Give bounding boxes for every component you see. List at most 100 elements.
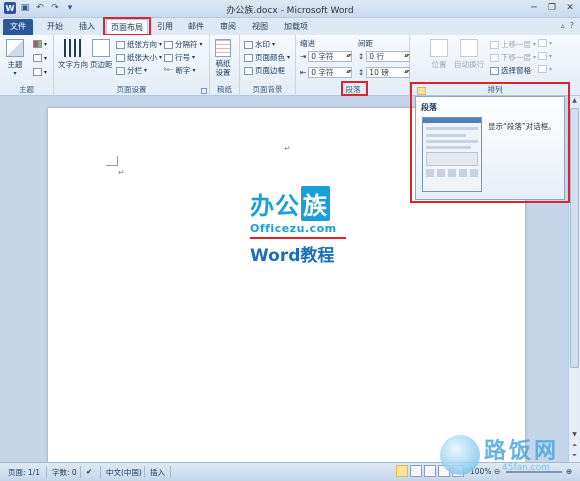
send-backward-button[interactable]: 下移一层 ▾ (490, 52, 536, 63)
tab-review[interactable]: 审阅 (216, 19, 240, 35)
indent-right-icon: ⇤ (300, 68, 307, 77)
tab-addins[interactable]: 加载项 (280, 19, 312, 35)
position-icon (430, 39, 448, 57)
spacing-after-input[interactable]: 10 磅 (366, 67, 411, 78)
status-page[interactable]: 页面: 1/1 (8, 467, 40, 478)
manuscript-settings-button[interactable]: 稿纸 设置 (215, 39, 231, 77)
scroll-thumb[interactable] (570, 108, 579, 368)
indent-header: 缩进 (300, 39, 315, 48)
close-icon[interactable]: ✕ (564, 2, 576, 14)
theme-fonts-icon (33, 54, 42, 62)
hyphenation-icon: ᵇᵃ⁻ (164, 66, 174, 75)
themes-button[interactable]: 主题 ▾ (6, 39, 24, 77)
minimize-icon[interactable]: ─ (528, 2, 540, 14)
orientation-icon (116, 40, 125, 49)
watermark-icon (244, 40, 253, 49)
restore-icon[interactable]: ❐ (546, 2, 558, 14)
site-watermark-url: 45fan.com (502, 463, 550, 473)
spacing-after-icon: ↕ (358, 68, 365, 77)
tab-insert[interactable]: 插入 (72, 19, 102, 35)
group-label-page-background: 页面背景 (252, 85, 283, 94)
size-button[interactable]: 纸张大小 ▾ (116, 52, 162, 63)
indent-right-input[interactable]: 0 字符 (308, 67, 353, 78)
page-borders-button[interactable]: 页面边框 (244, 65, 285, 76)
status-words[interactable]: 字数: 0 (52, 467, 77, 478)
spacing-before-input[interactable]: 0 行 (366, 51, 411, 62)
wrap-text-icon (460, 39, 478, 57)
theme-colors-icon (33, 40, 42, 48)
logo-chinese: 办公族 (250, 186, 370, 221)
theme-effects-button[interactable]: ▾ (33, 68, 47, 76)
site-watermark: 路饭网 45fan.com (440, 433, 575, 479)
paragraph-mark: ↵ (118, 168, 125, 177)
hyphenation-button[interactable]: ᵇᵃ⁻ 断字 ▾ (164, 65, 195, 76)
text-direction-icon (64, 39, 82, 57)
paragraph-mark-top: ↵ (284, 144, 291, 153)
themes-icon (6, 39, 24, 57)
theme-effects-icon (33, 68, 42, 76)
bring-forward-button[interactable]: 上移一层 ▾ (490, 39, 536, 50)
group-objects-button[interactable]: ▾ (538, 52, 552, 60)
window-title: 办公族.docx - Microsoft Word (226, 6, 354, 16)
wrap-text-button[interactable]: 自动换行 (454, 39, 484, 70)
minimize-ribbon-icon[interactable]: ▵ (561, 21, 565, 30)
margins-button[interactable]: 页边距 (90, 39, 113, 70)
spacing-header: 间距 (358, 39, 373, 48)
group-objects-icon (538, 52, 547, 60)
selection-pane-icon (490, 66, 499, 75)
line-numbers-button[interactable]: 行号 ▾ (164, 52, 195, 63)
margins-icon (92, 39, 111, 57)
text-direction-button[interactable]: 文字方向 (58, 39, 88, 70)
page-color-icon (244, 53, 253, 62)
watermark-button[interactable]: 水印 ▾ (244, 39, 275, 50)
title-bar: W ▣ ↶ ↷ ▾ 办公族.docx - Microsoft Word ─ ❐ … (0, 0, 580, 18)
rotate-button[interactable]: ▾ (538, 65, 552, 73)
full-screen-reading-view-icon[interactable] (410, 465, 422, 477)
group-manuscript: 稿纸 设置 稿纸 (210, 35, 240, 96)
size-icon (116, 53, 125, 62)
officezu-logo: 办公族 Officezu.com Word教程 (250, 186, 370, 266)
window-controls: ─ ❐ ✕ (528, 2, 576, 14)
tab-file[interactable]: 文件 (3, 19, 33, 35)
status-separator (100, 466, 101, 478)
status-separator (80, 466, 81, 478)
tab-references[interactable]: 引用 (153, 19, 177, 35)
theme-fonts-button[interactable]: ▾ (33, 54, 47, 62)
group-page-setup: 文字方向 页边距 纸张方向 ▾ 纸张大小 ▾ 分栏 ▾ 分隔符 ▾ 行号 ▾ ᵇᵃ⁻ 断字 ▾… (54, 35, 210, 96)
site-watermark-text: 路饭网 (484, 439, 560, 464)
indent-left-input[interactable]: 0 字符 (308, 51, 353, 62)
scroll-up-icon[interactable]: ▲ (570, 97, 579, 104)
columns-icon (116, 66, 125, 75)
indent-left-icon: ⇥ (300, 52, 307, 61)
web-layout-view-icon[interactable] (424, 465, 436, 477)
highlight-tooltip-region (410, 82, 570, 203)
highlight-paragraph-label (341, 81, 368, 96)
indent-left-control: ⇥ 0 字符 (300, 51, 353, 62)
breaks-button[interactable]: 分隔符 ▾ (164, 39, 203, 50)
print-layout-view-icon[interactable] (396, 465, 408, 477)
logo-word-tutorial: Word教程 (250, 246, 335, 266)
group-page-background: 水印 ▾ 页面颜色 ▾ 页面边框 页面背景 (240, 35, 296, 96)
breaks-icon (164, 40, 173, 49)
selection-pane-button[interactable]: 选择窗格 (490, 65, 531, 76)
status-separator (170, 466, 171, 478)
page-setup-dialog-launcher[interactable] (201, 88, 207, 94)
orientation-button[interactable]: 纸张方向 ▾ (116, 39, 162, 50)
help-icon[interactable]: ? (570, 21, 574, 30)
tab-home[interactable]: 开始 (40, 19, 70, 35)
status-mode[interactable]: 插入 (150, 467, 165, 478)
tab-mailings[interactable]: 邮件 (184, 19, 208, 35)
status-language[interactable]: 中文(中国) (106, 467, 142, 478)
columns-button[interactable]: 分栏 ▾ (116, 65, 147, 76)
group-themes: 主题 ▾ ▾ ▾ ▾ 主题 (0, 35, 54, 96)
highlight-tab-page-layout (103, 17, 151, 36)
position-button[interactable]: 位置 (430, 39, 448, 70)
align-button[interactable]: ▾ (538, 39, 552, 47)
line-numbers-icon (164, 53, 173, 62)
tab-view[interactable]: 视图 (248, 19, 272, 35)
page-color-button[interactable]: 页面颜色 ▾ (244, 52, 290, 63)
logo-url: Officezu.com (250, 222, 337, 235)
theme-colors-button[interactable]: ▾ (33, 40, 47, 48)
spacing-after-control: ↕ 10 磅 (358, 67, 411, 78)
proofing-icon[interactable]: ✔ (86, 467, 92, 476)
